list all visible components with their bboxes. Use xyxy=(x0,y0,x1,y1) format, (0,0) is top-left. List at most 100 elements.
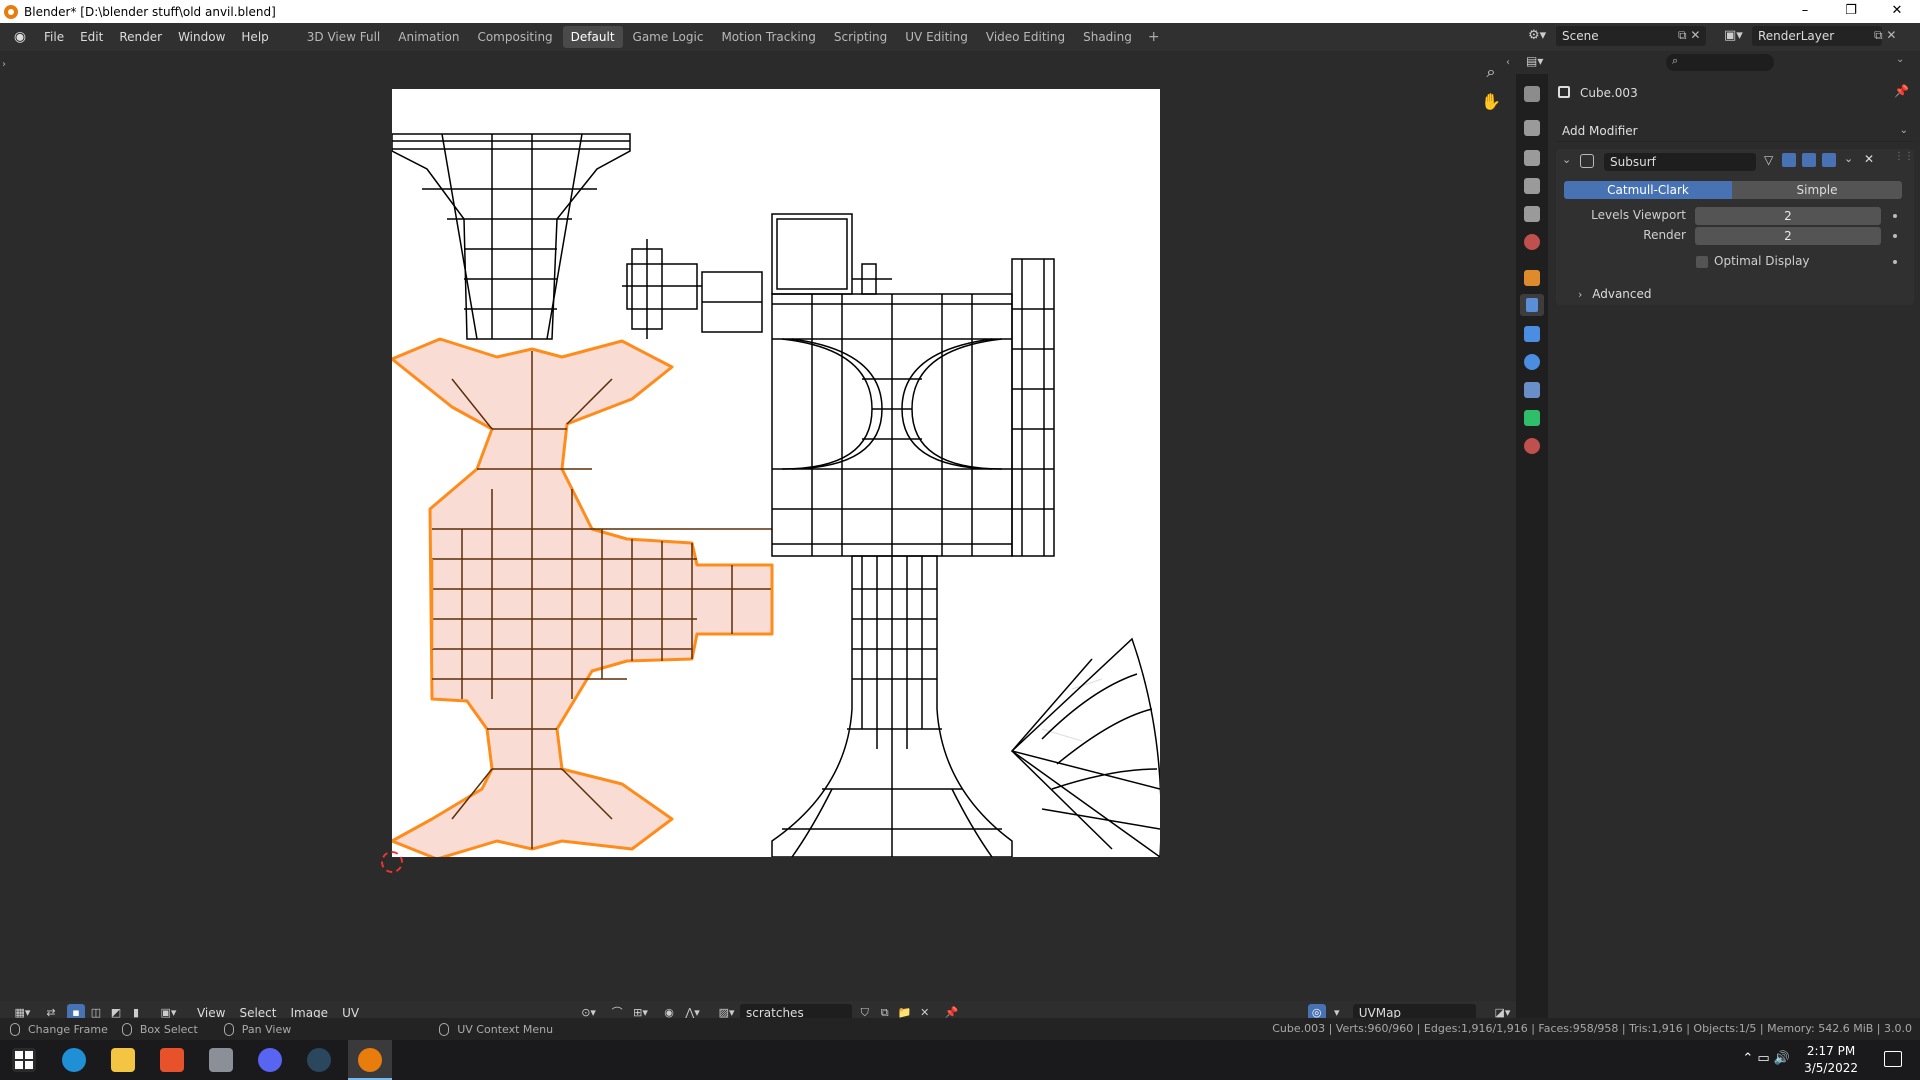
file-explorer-icon[interactable] xyxy=(111,1048,135,1072)
tool-tab-icon[interactable] xyxy=(1524,86,1540,102)
catmull-clark-toggle[interactable]: Catmull-Clark xyxy=(1564,181,1732,199)
close-window-button[interactable]: ✕ xyxy=(1874,0,1920,23)
zoom-icon[interactable]: ⌕ xyxy=(1478,59,1504,85)
tab-animation[interactable]: Animation xyxy=(390,26,467,48)
constraints-tab-icon[interactable] xyxy=(1524,382,1540,398)
advanced-subpanel-toggle[interactable]: › Advanced xyxy=(1578,287,1652,301)
window-titlebar: Blender* [D:\blender stuff\old anvil.ble… xyxy=(0,0,1920,23)
blender-app-icon xyxy=(358,1048,382,1072)
render-levels-label: Render xyxy=(1643,228,1686,242)
scene-tab-icon[interactable] xyxy=(1524,206,1540,222)
tab-shading[interactable]: Shading xyxy=(1075,26,1140,48)
menu-edit[interactable]: Edit xyxy=(72,23,111,51)
hand-pan-icon[interactable]: ✋ xyxy=(1478,89,1504,115)
view-layer-tab-icon[interactable] xyxy=(1524,178,1540,194)
render-layer-field[interactable]: RenderLayer xyxy=(1752,26,1882,46)
add-modifier-button[interactable]: Add Modifier ⌄ xyxy=(1556,120,1914,142)
blender-menu-icon[interactable]: ◉ xyxy=(10,29,30,45)
uv-island-anvil-leg[interactable] xyxy=(771,555,1013,858)
remove-modifier-icon[interactable]: ✕ xyxy=(1864,152,1874,166)
tab-compositing[interactable]: Compositing xyxy=(469,26,560,48)
tab-game-logic[interactable]: Game Logic xyxy=(625,26,712,48)
modifier-menu-icon[interactable]: ⌄ xyxy=(1844,152,1853,165)
simple-label: Simple xyxy=(1796,183,1838,197)
status-pan-view: Pan View xyxy=(223,1022,291,1036)
levels-viewport-field[interactable]: 2 xyxy=(1695,207,1881,225)
material-tab-icon[interactable] xyxy=(1524,438,1540,454)
uv-texture-canvas[interactable] xyxy=(390,89,1162,861)
discord-icon[interactable] xyxy=(258,1048,282,1072)
uv-island-fan[interactable] xyxy=(1010,637,1162,859)
scene-selector-icon[interactable]: ⚙▾ xyxy=(1528,28,1550,44)
tab-motion-tracking[interactable]: Motion Tracking xyxy=(713,26,823,48)
uv-wireframe xyxy=(390,133,1162,861)
render-levels-field[interactable]: 2 xyxy=(1695,227,1881,245)
uv-island-funnel[interactable] xyxy=(391,133,631,340)
app-icon[interactable] xyxy=(209,1048,233,1072)
menu-window[interactable]: Window xyxy=(170,23,233,51)
chevron-right-icon: › xyxy=(1578,288,1583,301)
modifier-name-field[interactable]: Subsurf xyxy=(1604,153,1756,171)
edit-mode-icon[interactable] xyxy=(1782,153,1796,167)
status-uv-context-menu: UV Context Menu xyxy=(439,1022,553,1036)
restore-button[interactable]: ❐ xyxy=(1828,0,1874,23)
brave-browser-icon[interactable] xyxy=(160,1048,184,1072)
tab-3d-view-full[interactable]: 3D View Full xyxy=(299,26,389,48)
keyframe-dot-icon[interactable] xyxy=(1893,260,1897,264)
new-layer-icon[interactable]: ⧉ ✕ xyxy=(1874,28,1896,43)
properties-search-input[interactable]: ⌕ xyxy=(1666,54,1774,71)
physics-tab-icon[interactable] xyxy=(1524,354,1540,370)
steam-icon[interactable] xyxy=(307,1048,331,1072)
tab-default[interactable]: Default xyxy=(562,26,623,48)
view-layer-icon[interactable]: ▣▾ xyxy=(1724,28,1743,43)
tab-uv-editing[interactable]: UV Editing xyxy=(897,26,976,48)
uv-island-side-strip[interactable] xyxy=(1011,258,1055,557)
catmull-clark-label: Catmull-Clark xyxy=(1607,183,1689,197)
system-tray-icons[interactable]: ⌃ ▭ 🔊 xyxy=(1742,1051,1790,1066)
taskbar-clock[interactable]: 2:17 PM 3/5/2022 xyxy=(1804,1043,1858,1077)
tab-video-editing[interactable]: Video Editing xyxy=(978,26,1073,48)
workspace-tabs: 3D View Full Animation Compositing Defau… xyxy=(299,26,1166,48)
start-menu-icon[interactable] xyxy=(12,1048,36,1072)
world-tab-icon[interactable] xyxy=(1524,234,1540,250)
simple-toggle[interactable]: Simple xyxy=(1732,181,1902,199)
keyframe-dot-icon[interactable] xyxy=(1893,234,1897,238)
add-workspace-button[interactable]: + xyxy=(1142,26,1166,48)
edit-mode-cage-icon[interactable]: ▽ xyxy=(1764,153,1773,167)
menu-file[interactable]: File xyxy=(36,23,72,51)
keyframe-dot-icon[interactable] xyxy=(1893,214,1897,218)
notifications-icon[interactable] xyxy=(1884,1051,1902,1067)
optimal-display-checkbox[interactable] xyxy=(1696,256,1708,268)
edge-browser-icon[interactable] xyxy=(62,1048,86,1072)
pin-properties-icon[interactable]: 📌 xyxy=(1894,84,1909,98)
sidebar-toggle-icon[interactable]: ‹ xyxy=(1506,57,1510,68)
uv-island-box[interactable] xyxy=(771,213,892,295)
2d-cursor-icon[interactable] xyxy=(381,851,403,873)
blender-taskbar-button[interactable] xyxy=(348,1040,392,1080)
minimize-button[interactable]: – xyxy=(1782,0,1828,23)
menu-help[interactable]: Help xyxy=(233,23,276,51)
particles-tab-icon[interactable] xyxy=(1524,326,1540,342)
properties-options-icon[interactable]: ⌄ xyxy=(1896,54,1904,65)
uv-island-cross[interactable] xyxy=(622,239,763,339)
render-tab-icon[interactable] xyxy=(1524,120,1540,136)
viewport-display-icon[interactable] xyxy=(1802,153,1816,167)
object-tab-icon[interactable] xyxy=(1524,270,1540,286)
collapse-modifier-icon[interactable]: ⌄ xyxy=(1562,153,1571,166)
properties-editor-type-icon[interactable]: ▤▾ xyxy=(1526,54,1543,68)
data-tab-icon[interactable] xyxy=(1524,410,1540,426)
selected-uv-island[interactable] xyxy=(390,337,774,861)
drag-handle-icon[interactable]: ⋮⋮ xyxy=(1894,151,1914,162)
tab-scripting[interactable]: Scripting xyxy=(826,26,895,48)
levels-viewport-value: 2 xyxy=(1784,209,1792,223)
new-scene-icon[interactable]: ⧉ ✕ xyxy=(1678,28,1700,43)
uv-island-anvil-body[interactable] xyxy=(771,293,1013,557)
menu-render[interactable]: Render xyxy=(111,23,170,51)
uv-editor[interactable]: › ⌕ ✋ ‹ xyxy=(0,51,1516,1001)
render-display-icon[interactable] xyxy=(1822,153,1836,167)
collapse-arrow-icon[interactable]: › xyxy=(2,59,6,70)
mouse-left-icon xyxy=(10,1022,20,1036)
output-tab-icon[interactable] xyxy=(1524,150,1540,166)
mouse-right-icon xyxy=(439,1022,450,1036)
modifier-tab-icon[interactable] xyxy=(1520,294,1544,316)
